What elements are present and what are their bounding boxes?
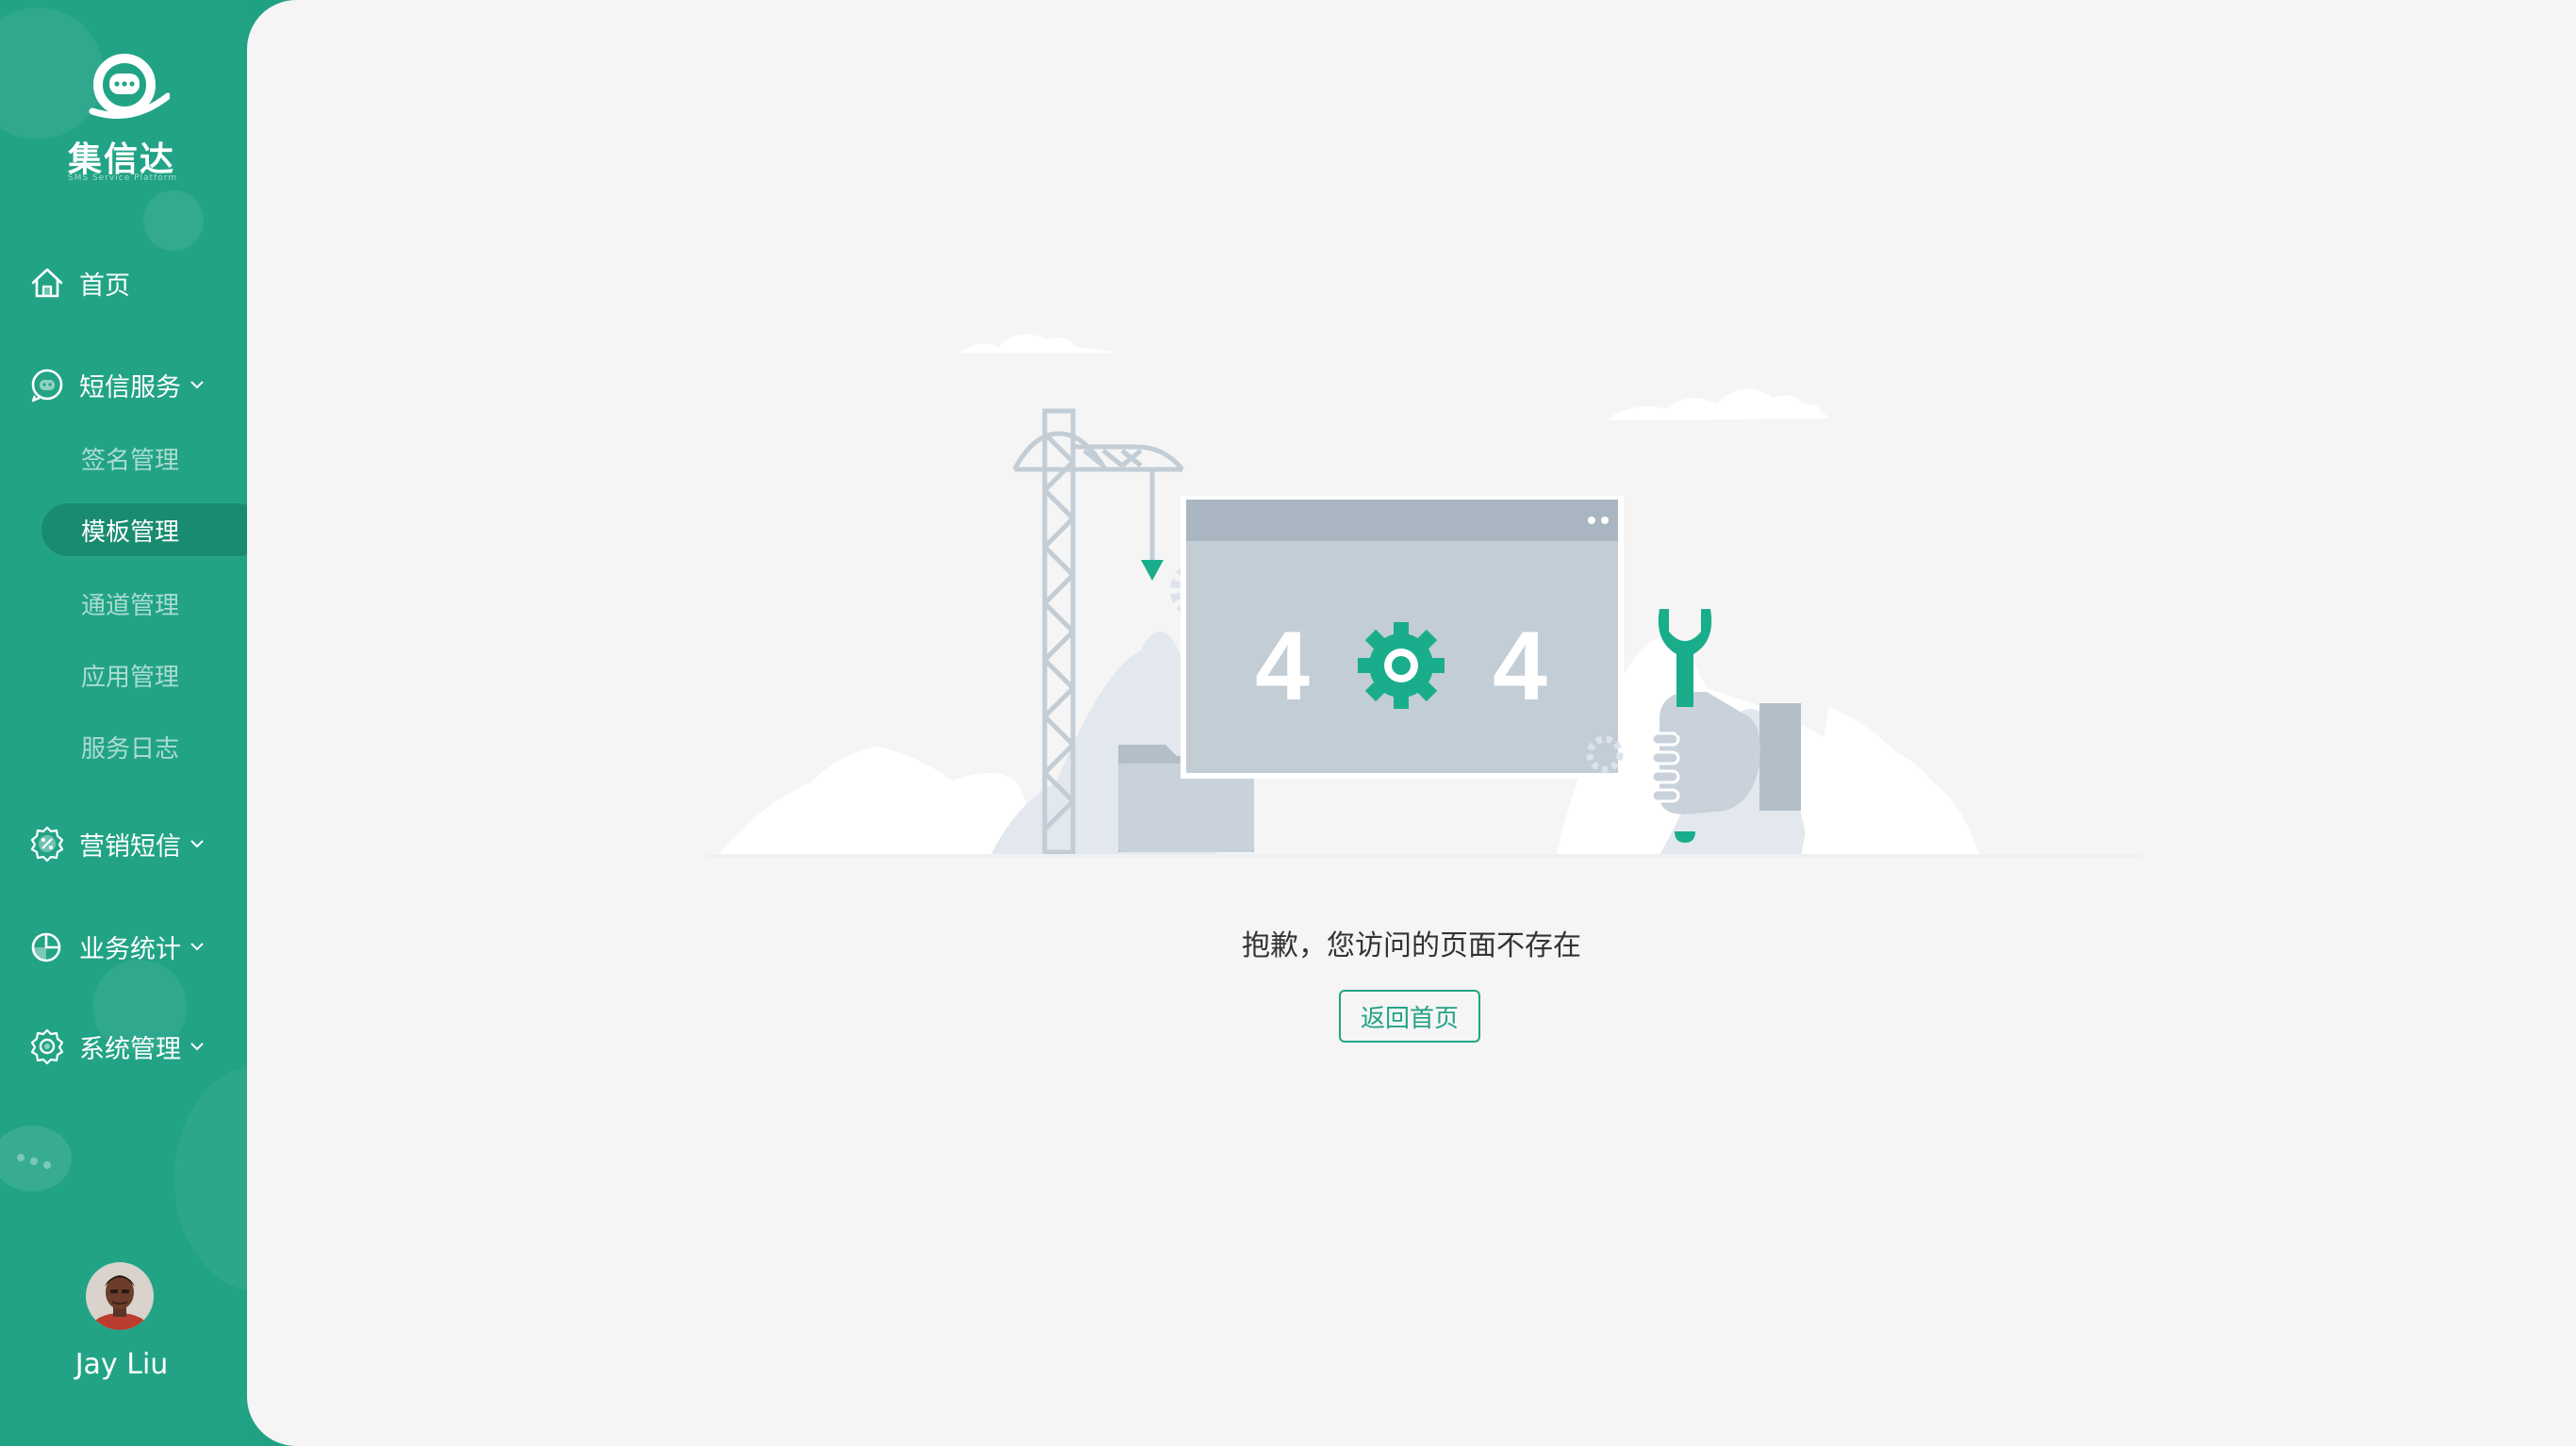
nav-marketing-sms-label: 营销短信: [79, 831, 181, 862]
decorative-circle: [174, 1065, 247, 1291]
user-name: Jay Liu: [74, 1348, 169, 1381]
nav-home[interactable]: 首页: [28, 264, 130, 302]
home-icon: [31, 268, 63, 298]
chevron-down-icon: [190, 1043, 204, 1051]
sidebar-item-template-active[interactable]: 模板管理: [41, 503, 247, 556]
pie-chart-icon: [31, 932, 61, 962]
sidebar-item-application[interactable]: 应用管理: [81, 658, 179, 693]
return-home-button[interactable]: 返回首页: [1339, 990, 1480, 1043]
main-content: 4 4 抱歉，您访问的页面不存在 返回首页: [247, 0, 2576, 1446]
wrench-hand-illustration: [1650, 692, 1801, 814]
gear-zero-icon: [1358, 622, 1445, 709]
chevron-down-icon: [190, 381, 204, 389]
nav-sms-service-label: 短信服务: [79, 372, 181, 403]
error-message: 抱歉，您访问的页面不存在: [1242, 929, 1581, 962]
cloud-illustration: [954, 334, 1122, 353]
nav-business-stats[interactable]: 业务统计: [28, 928, 206, 965]
nav-sms-service[interactable]: 短信服务: [28, 366, 206, 403]
sidebar-item-signature[interactable]: 签名管理: [81, 441, 179, 476]
mountains-illustration: [1801, 707, 1980, 856]
chevron-down-icon: [190, 943, 204, 951]
sidebar-item-channel[interactable]: 通道管理: [81, 586, 179, 621]
cloud-illustration: [1609, 388, 1829, 420]
ground-line: [707, 854, 2140, 858]
crane-hook-illustration: [1141, 560, 1164, 581]
brand-subtitle: SMS Service Platform: [67, 173, 178, 183]
app-root: 集信达 SMS Service Platform 首页 短信服务 签名管理 模板…: [0, 0, 2576, 1446]
chat-bubble-icon: [31, 369, 63, 403]
nav-marketing-sms[interactable]: 营销短信: [28, 825, 206, 863]
404-illustration: 4 4: [707, 334, 2140, 858]
chevron-down-icon: [190, 840, 204, 848]
nav-business-stats-label: 业务统计: [79, 934, 181, 964]
user-avatar-icon: [86, 1262, 154, 1330]
nav-system-management[interactable]: 系统管理: [28, 1027, 206, 1065]
decorative-circle: [143, 190, 204, 251]
gear-icon: [30, 1028, 64, 1065]
mountains-illustration: [717, 747, 1047, 856]
error-code-right: 4: [1493, 612, 1547, 721]
nav-system-management-label: 系统管理: [79, 1034, 181, 1064]
sidebar: 集信达 SMS Service Platform 首页 短信服务 签名管理 模板…: [0, 0, 247, 1446]
avatar[interactable]: [86, 1262, 154, 1330]
percent-gear-icon: [30, 826, 64, 863]
nav-home-label: 首页: [79, 271, 130, 301]
brand-logo[interactable]: 集信达 SMS Service Platform: [60, 45, 183, 187]
error-code-left: 4: [1255, 612, 1310, 721]
decorative-chat-bubble: [0, 1126, 72, 1191]
sidebar-item-service-log[interactable]: 服务日志: [81, 730, 179, 764]
logo-mark-icon: [89, 54, 170, 119]
